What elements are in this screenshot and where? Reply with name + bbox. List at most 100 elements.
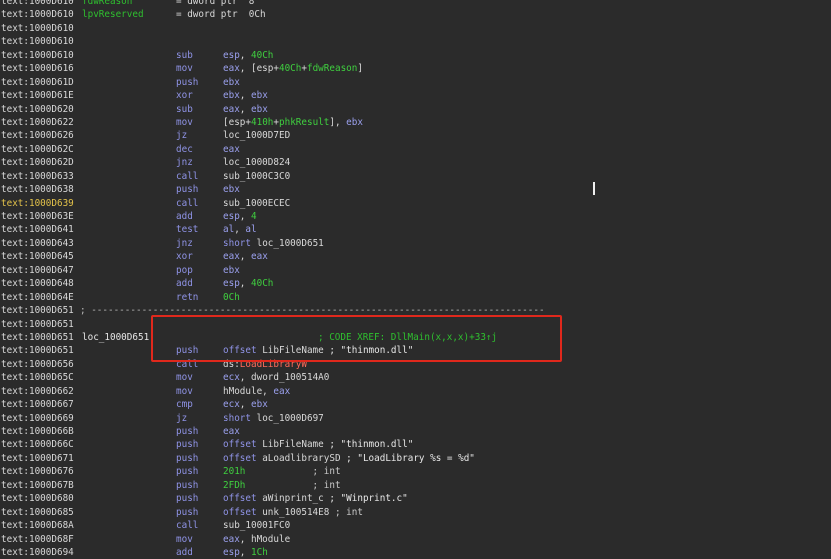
mnemonic[interactable]: push: [176, 506, 198, 519]
operand-token[interactable]: eax: [223, 144, 240, 155]
operand-token[interactable]: ,: [240, 372, 251, 383]
operand-token[interactable]: sub_1000C3C0: [223, 171, 290, 182]
address[interactable]: text:1000D641: [1, 223, 74, 236]
address[interactable]: text:1000D68A: [1, 519, 74, 532]
mnemonic[interactable]: push: [176, 438, 198, 451]
operand-token[interactable]: ; int: [245, 466, 341, 477]
operand-token[interactable]: ebx: [346, 117, 363, 128]
operand-token[interactable]: short: [223, 238, 257, 249]
code-label[interactable]: loc_1000D651:: [82, 331, 155, 344]
operand-token[interactable]: ebx: [251, 90, 268, 101]
operand-token[interactable]: ,: [234, 224, 245, 235]
operand-token[interactable]: ],: [329, 117, 346, 128]
operands[interactable]: esp, 4: [223, 210, 257, 223]
string-comment[interactable]: ; "thinmon.dll": [324, 439, 413, 450]
address[interactable]: text:1000D61D: [1, 76, 74, 89]
address[interactable]: text:1000D662: [1, 385, 74, 398]
address[interactable]: text:1000D610: [1, 8, 74, 21]
operand-token[interactable]: esp: [223, 211, 240, 222]
listing-line[interactable]: text:1000D626 jz loc_1000D7ED: [0, 129, 831, 142]
mnemonic[interactable]: cmp: [176, 398, 193, 411]
operand-token[interactable]: eax: [251, 251, 268, 262]
operand-token[interactable]: ,: [240, 104, 251, 115]
mnemonic[interactable]: jz: [176, 412, 187, 425]
address[interactable]: text:1000D62D: [1, 156, 74, 169]
mnemonic[interactable]: jnz: [176, 156, 193, 169]
operand-token[interactable]: ,: [240, 50, 251, 61]
operand-token[interactable]: ebx: [223, 265, 240, 276]
operands[interactable]: short loc_1000D697: [223, 412, 324, 425]
operand-token[interactable]: esp: [223, 278, 240, 289]
operand-token[interactable]: sub_1000ECEC: [223, 198, 290, 209]
address[interactable]: text:1000D626: [1, 129, 74, 142]
address[interactable]: text:1000D62C: [1, 143, 74, 156]
address[interactable]: text:1000D651: [1, 344, 74, 357]
mnemonic[interactable]: push: [176, 465, 198, 478]
operands[interactable]: offset aLoadlibrarySD ; "LoadLibrary %s …: [223, 452, 475, 465]
operand-token[interactable]: , [esp+: [240, 63, 279, 74]
operands[interactable]: 0Ch: [223, 291, 240, 304]
mnemonic[interactable]: push: [176, 425, 198, 438]
address[interactable]: text:1000D68F: [1, 533, 74, 546]
mnemonic[interactable]: push: [176, 452, 198, 465]
mnemonic[interactable]: add: [176, 546, 193, 559]
operand-token[interactable]: ebx: [223, 77, 240, 88]
operand-token[interactable]: aLoadlibrarySD: [262, 453, 340, 464]
address[interactable]: text:1000D685: [1, 506, 74, 519]
address[interactable]: text:1000D610: [1, 35, 74, 48]
stack-variable-name[interactable]: lpvReserved: [82, 8, 144, 21]
listing-line[interactable]: text:1000D643 jnz short loc_1000D651: [0, 237, 831, 250]
operand-token[interactable]: 0Ch: [223, 292, 240, 303]
mnemonic[interactable]: xor: [176, 89, 193, 102]
operand-token[interactable]: phkResult: [279, 117, 329, 128]
operand-token[interactable]: 2FDh: [223, 480, 245, 491]
operand-token[interactable]: ,: [240, 547, 251, 558]
operand-token[interactable]: 201h: [223, 466, 245, 477]
address[interactable]: text:1000D633: [1, 170, 74, 183]
address[interactable]: text:1000D680: [1, 492, 74, 505]
listing-line[interactable]: text:1000D680 push offset aWinprint_c ; "W…: [0, 492, 831, 505]
operand-token[interactable]: unk_100514E8: [262, 507, 329, 518]
address[interactable]: text:1000D645: [1, 250, 74, 263]
operand-token[interactable]: loc_1000D697: [257, 413, 324, 424]
address[interactable]: text:1000D66C: [1, 438, 74, 451]
operands[interactable]: sub_1000C3C0: [223, 170, 290, 183]
operand-token[interactable]: eax: [223, 426, 240, 437]
listing-line[interactable]: text:1000D676 push 201h ; int: [0, 465, 831, 478]
operands[interactable]: short loc_1000D651: [223, 237, 324, 250]
operand-token[interactable]: ]: [357, 63, 363, 74]
address[interactable]: text:1000D65C: [1, 371, 74, 384]
operands[interactable]: ecx, ebx: [223, 398, 268, 411]
listing-line[interactable]: text:1000D622 mov [esp+410h+phkResult], eb…: [0, 116, 831, 129]
operand-token[interactable]: eax: [223, 251, 240, 262]
address[interactable]: text:1000D647: [1, 264, 74, 277]
operands[interactable]: eax, hModule: [223, 533, 290, 546]
operands[interactable]: eax, ebx: [223, 103, 268, 116]
address[interactable]: text:1000D651: [1, 331, 74, 344]
operand-token[interactable]: , hModule: [240, 534, 290, 545]
operand-token[interactable]: 40Ch: [279, 63, 301, 74]
address[interactable]: text:1000D61E: [1, 89, 74, 102]
operand-token[interactable]: al: [245, 224, 256, 235]
listing-line[interactable]: text:1000D66C push offset LibFileName ; "t…: [0, 438, 831, 451]
mnemonic[interactable]: retn: [176, 291, 198, 304]
mnemonic[interactable]: sub: [176, 49, 193, 62]
operands[interactable]: offset unk_100514E8 ; int: [223, 506, 363, 519]
listing-line[interactable]: text:1000D669 jz short loc_1000D697: [0, 412, 831, 425]
operand-token[interactable]: offset: [223, 453, 262, 464]
mnemonic[interactable]: mov: [176, 371, 193, 384]
operand-token[interactable]: ,: [240, 278, 251, 289]
address[interactable]: text:1000D676: [1, 465, 74, 478]
operand-token[interactable]: ebx: [223, 184, 240, 195]
listing-line[interactable]: text:1000D68F mov eax, hModule: [0, 533, 831, 546]
operand-token[interactable]: ecx: [223, 372, 240, 383]
listing-line[interactable]: text:1000D65C mov ecx, dword_100514A0: [0, 371, 831, 384]
listing-line[interactable]: text:1000D667 cmp ecx, ebx: [0, 398, 831, 411]
operand-token[interactable]: 40Ch: [251, 278, 273, 289]
operand-token[interactable]: eax: [273, 386, 290, 397]
address[interactable]: text:1000D643: [1, 237, 74, 250]
mnemonic[interactable]: dec: [176, 143, 193, 156]
listing-line[interactable]: text:1000D610 sub esp, 40Ch: [0, 49, 831, 62]
operands[interactable]: [esp+410h+phkResult], ebx: [223, 116, 363, 129]
listing-line[interactable]: text:1000D639 call sub_1000ECEC: [0, 197, 831, 210]
